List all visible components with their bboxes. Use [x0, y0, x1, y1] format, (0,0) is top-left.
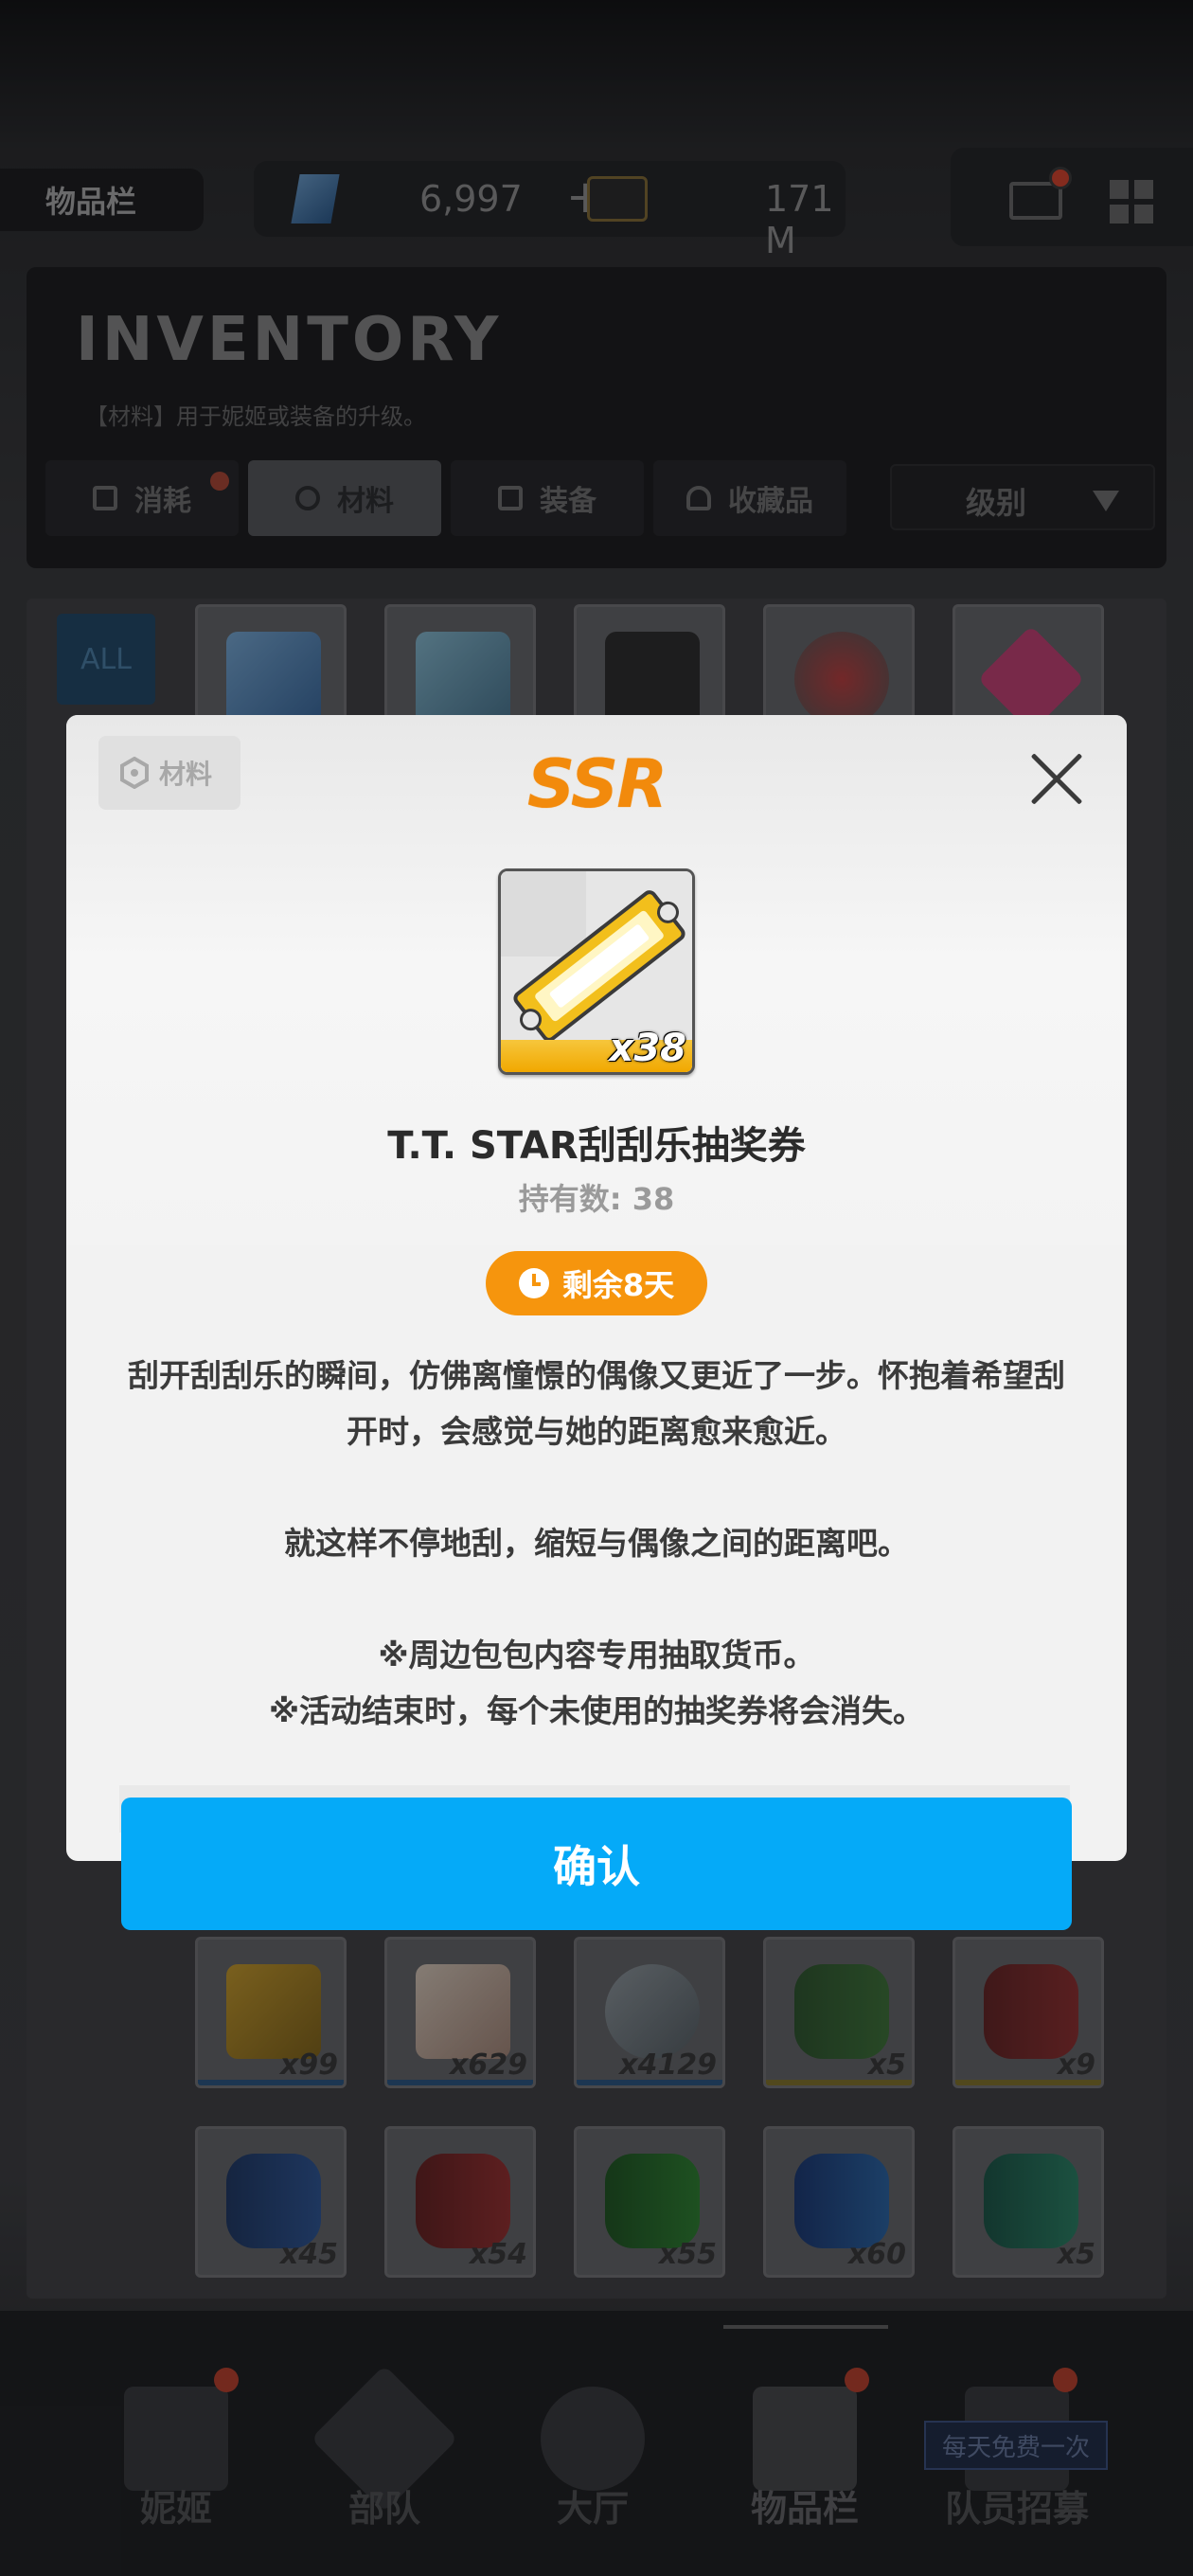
description-line: 开时，会感觉与她的距离愈来愈近。: [347, 1413, 846, 1450]
description-line: ※周边包包内容专用抽取货币。: [378, 1637, 815, 1673]
description-line: ※活动结束时，每个未使用的抽奖券将会消失。: [268, 1692, 925, 1729]
clock-icon: [518, 1268, 549, 1298]
owned-count: 持有数: 38: [518, 1181, 675, 1217]
item-icon-card: x38: [498, 868, 695, 1075]
close-icon[interactable]: [1028, 751, 1085, 808]
item-name: T.T. STAR刮刮乐抽奖券: [387, 1124, 806, 1168]
description-line: [85, 1459, 1108, 1515]
item-detail-modal: 材料 SSR x38 T.T. STAR刮刮乐抽奖券 持有数: 38 剩余8天 …: [66, 715, 1127, 1861]
item-quantity: x38: [609, 1027, 686, 1070]
expiry-timer-badge: 剩余8天: [486, 1251, 707, 1315]
confirm-button[interactable]: 确认: [121, 1798, 1072, 1930]
description-line: 就这样不停地刮，缩短与偶像之间的距离吧。: [284, 1525, 909, 1562]
rarity-label: SSR: [526, 745, 668, 823]
item-description: 刮开刮刮乐的瞬间，仿佛离憧憬的偶像又更近了一步。怀抱着希望刮 开时，会感觉与她的…: [85, 1348, 1108, 1739]
timer-label: 剩余8天: [561, 1267, 675, 1303]
description-line: 刮开刮刮乐的瞬间，仿佛离憧憬的偶像又更近了一步。怀抱着希望刮: [128, 1357, 1065, 1394]
description-line: [85, 1571, 1108, 1627]
